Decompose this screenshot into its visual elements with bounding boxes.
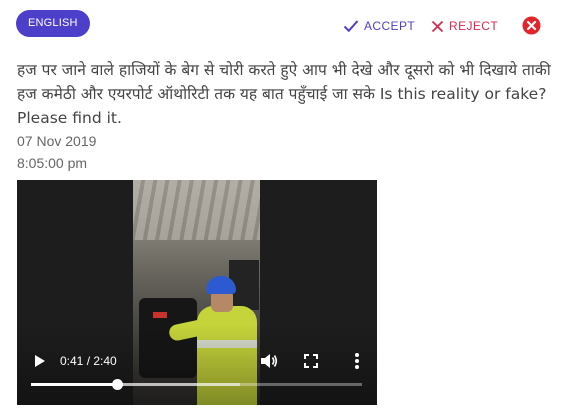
reject-label: REJECT: [449, 19, 499, 33]
accept-label: ACCEPT: [364, 19, 416, 33]
fullscreen-icon[interactable]: [304, 354, 318, 368]
accept-button[interactable]: ACCEPT: [343, 17, 415, 35]
close-icon[interactable]: [522, 16, 541, 35]
play-icon[interactable]: [33, 354, 47, 368]
video-scrubber-handle[interactable]: [112, 379, 124, 390]
video-played-bar: [31, 383, 118, 386]
video-timecode: 0:41 / 2:40: [60, 354, 117, 368]
message-text: हज पर जाने वाले हाजियों के बेग से चोरी क…: [17, 61, 551, 127]
volume-icon[interactable]: [260, 353, 278, 369]
reject-button[interactable]: REJECT: [431, 17, 498, 35]
x-icon: [431, 20, 444, 32]
message-date: 07 Nov 2019: [17, 133, 97, 149]
check-icon: [343, 20, 359, 33]
video-player[interactable]: 0:41 / 2:40: [17, 180, 377, 405]
message-time: 8:05:00 pm: [17, 155, 88, 171]
more-vert-icon[interactable]: [354, 352, 360, 370]
video-progress-bar[interactable]: [31, 379, 362, 390]
language-badge[interactable]: ENGLISH: [16, 10, 90, 37]
